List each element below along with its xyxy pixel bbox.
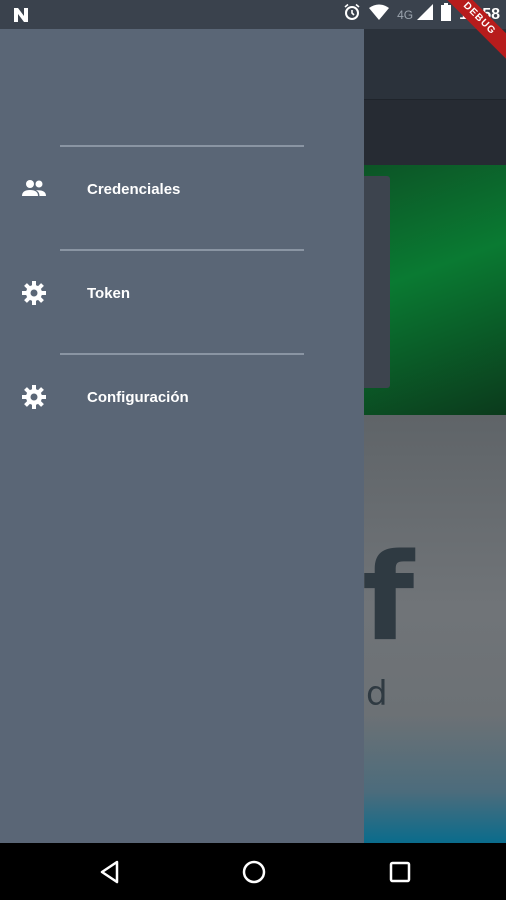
drawer-item-label: Credenciales	[87, 180, 181, 198]
network-type: 4G	[397, 7, 414, 22]
divider	[60, 145, 304, 147]
home-icon[interactable]	[239, 857, 269, 887]
gear-icon	[21, 384, 47, 410]
n-logo-icon	[12, 6, 30, 24]
gear-icon	[21, 280, 47, 306]
drawer-item-credenciales[interactable]: Credenciales	[0, 159, 364, 219]
battery-icon	[441, 3, 452, 26]
background-logo-letter: f	[362, 529, 415, 668]
drawer-item-label: Token	[87, 284, 131, 302]
drawer-item-token[interactable]: Token	[0, 263, 364, 323]
recents-icon[interactable]	[385, 857, 415, 887]
system-nav-bar	[0, 843, 506, 900]
alarm-icon	[343, 3, 361, 26]
divider	[60, 249, 304, 251]
signal-icon	[417, 4, 434, 25]
background-logo-sub: d	[366, 674, 388, 714]
navigation-drawer: Credenciales Token Configuración	[0, 29, 364, 843]
back-icon[interactable]	[95, 857, 125, 887]
divider	[60, 353, 304, 355]
wifi-icon	[369, 4, 390, 25]
drawer-item-label: Configuración	[87, 388, 189, 406]
people-icon	[21, 176, 47, 202]
drawer-item-configuracion[interactable]: Configuración	[0, 367, 364, 427]
status-bar: 4G 14:58 DEBUG	[0, 0, 506, 65]
